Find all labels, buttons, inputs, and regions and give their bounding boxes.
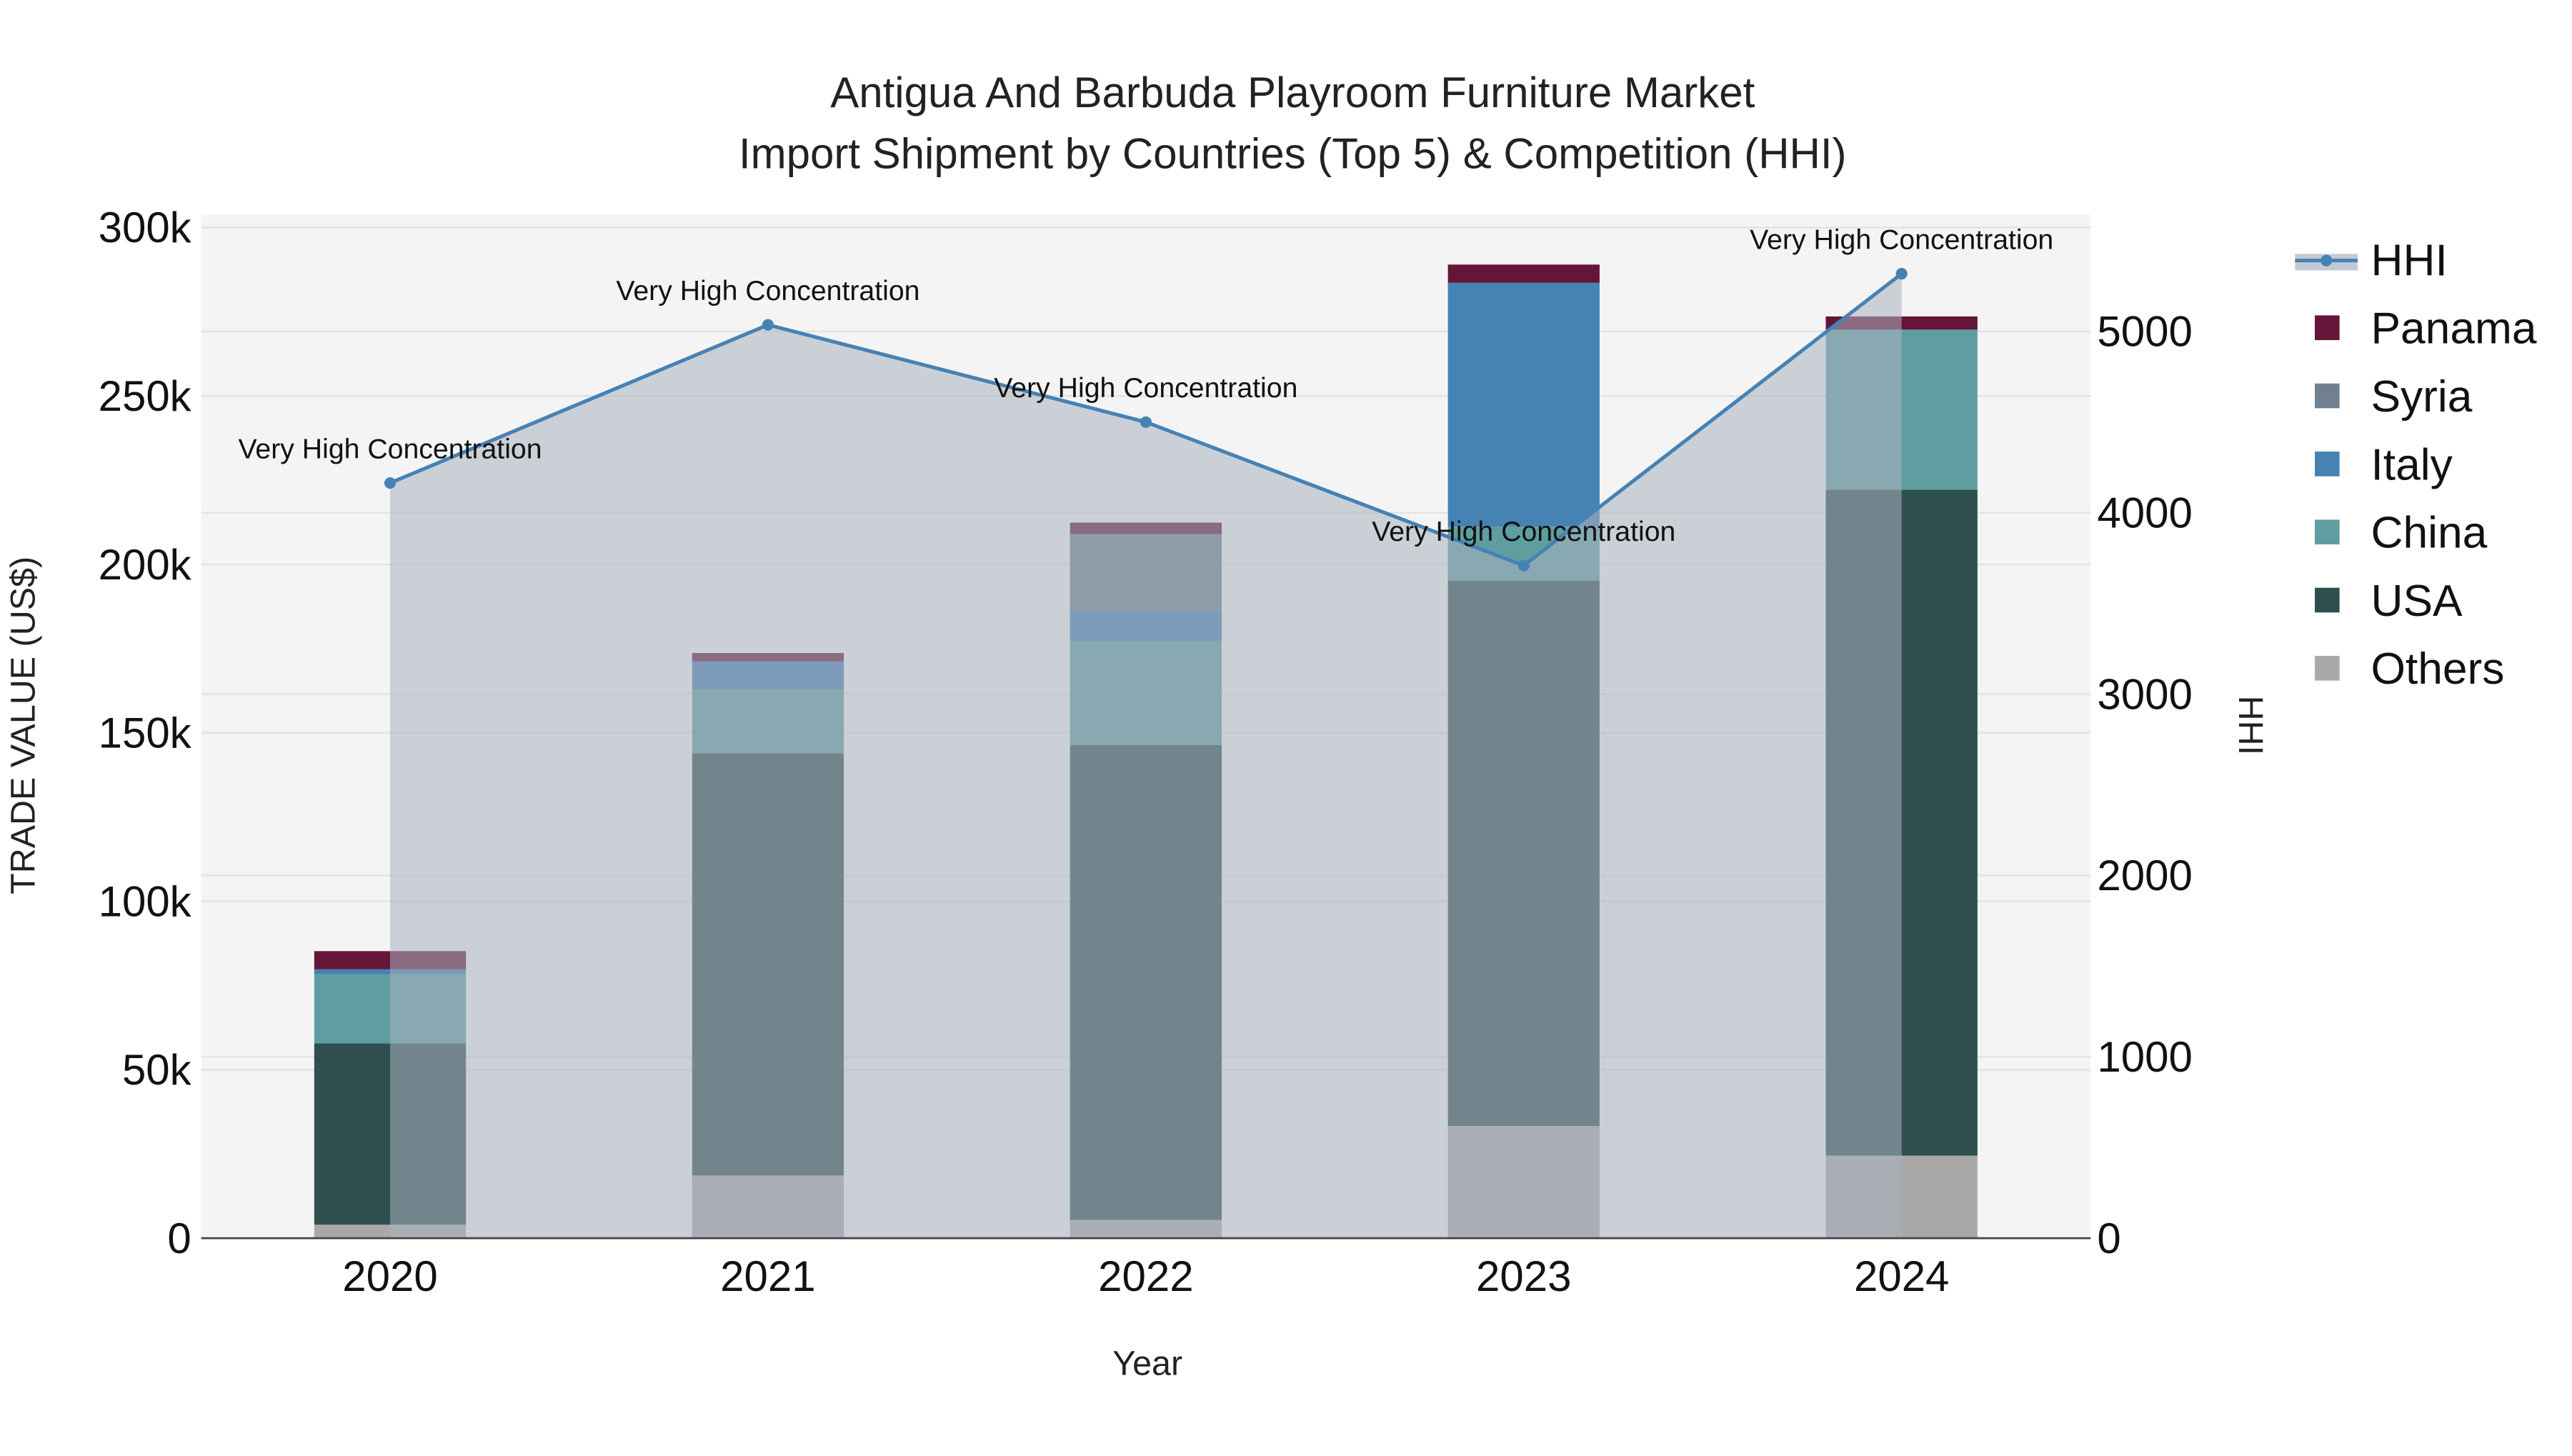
y-tick-label: 150k bbox=[99, 709, 192, 757]
bar-panama-2023 bbox=[1447, 264, 1600, 283]
legend-swatch-china bbox=[2315, 519, 2340, 545]
hhi-annotation: Very High Concentration bbox=[1372, 516, 1675, 547]
legend-item-usa: USA bbox=[2315, 577, 2463, 626]
legend-swatch-usa bbox=[2315, 587, 2340, 613]
hhi-point-2020 bbox=[384, 477, 397, 489]
legend-item-china: China bbox=[2315, 509, 2488, 558]
y-tick-label: 0 bbox=[167, 1215, 191, 1262]
y2-axis-label: HHI bbox=[2231, 696, 2270, 755]
bar-italy-2023 bbox=[1447, 282, 1600, 527]
legend-hhi-marker bbox=[2321, 254, 2333, 266]
y2-tick-label: 3000 bbox=[2097, 670, 2192, 718]
x-tick-label: 2021 bbox=[720, 1252, 815, 1300]
x-tick-label: 2023 bbox=[1476, 1252, 1571, 1300]
legend-label: HHI bbox=[2371, 236, 2447, 285]
legend-swatch-panama bbox=[2315, 315, 2340, 341]
legend-swatch-italy bbox=[2315, 452, 2340, 477]
y-tick-label: 100k bbox=[99, 877, 192, 925]
chart-container: Very High Concentration Very High Concent… bbox=[0, 0, 2572, 1447]
legend-item-panama: Panama bbox=[2315, 304, 2537, 354]
hhi-annotation: Very High Concentration bbox=[238, 433, 542, 464]
legend-label: Italy bbox=[2371, 440, 2453, 489]
hhi-annotation: Very High Concentration bbox=[1750, 224, 2053, 256]
legend: HHI Panama Syria Italy China USA Others bbox=[2295, 236, 2537, 694]
y2-tick-label: 1000 bbox=[2097, 1033, 2192, 1081]
legend-item-others: Others bbox=[2315, 644, 2504, 694]
y2-tick-label: 4000 bbox=[2097, 489, 2192, 537]
hhi-point-2023 bbox=[1517, 559, 1530, 572]
hhi-annotation: Very High Concentration bbox=[994, 372, 1297, 404]
legend-item-italy: Italy bbox=[2315, 440, 2453, 489]
y2-tick-label: 0 bbox=[2097, 1215, 2120, 1262]
hhi-point-2024 bbox=[1895, 268, 1908, 280]
x-tick-label: 2020 bbox=[342, 1252, 437, 1300]
chart-title-line2: Import Shipment by Countries (Top 5) & C… bbox=[739, 129, 1847, 177]
legend-label: Syria bbox=[2371, 372, 2472, 422]
y-tick-label: 50k bbox=[122, 1046, 192, 1094]
legend-label: Panama bbox=[2371, 304, 2536, 354]
x-axis-label: Year bbox=[1112, 1345, 1182, 1383]
legend-item-hhi: HHI bbox=[2295, 236, 2448, 285]
x-tick-label: 2022 bbox=[1098, 1252, 1193, 1300]
y2-tick-label: 5000 bbox=[2097, 308, 2192, 356]
y-tick-label: 200k bbox=[99, 541, 192, 589]
y-axis-label: TRADE VALUE (US$) bbox=[4, 557, 42, 894]
x-tick-label: 2024 bbox=[1854, 1252, 1949, 1300]
y-tick-label: 250k bbox=[99, 372, 192, 420]
legend-label: Others bbox=[2371, 644, 2504, 694]
hhi-point-2022 bbox=[1140, 416, 1152, 428]
y-tick-label: 300k bbox=[99, 204, 192, 251]
legend-swatch-others bbox=[2315, 656, 2340, 681]
hhi-annotation: Very High Concentration bbox=[616, 275, 919, 306]
chart-svg: Very High Concentration Very High Concent… bbox=[4, 69, 2537, 1383]
legend-label: USA bbox=[2371, 577, 2463, 626]
chart-title-line1: Antigua And Barbuda Playroom Furniture M… bbox=[830, 69, 1755, 116]
hhi-point-2021 bbox=[762, 319, 774, 331]
legend-label: China bbox=[2371, 509, 2487, 558]
legend-item-syria: Syria bbox=[2315, 372, 2473, 422]
y2-tick-label: 2000 bbox=[2097, 852, 2192, 899]
legend-swatch-syria bbox=[2315, 383, 2340, 409]
